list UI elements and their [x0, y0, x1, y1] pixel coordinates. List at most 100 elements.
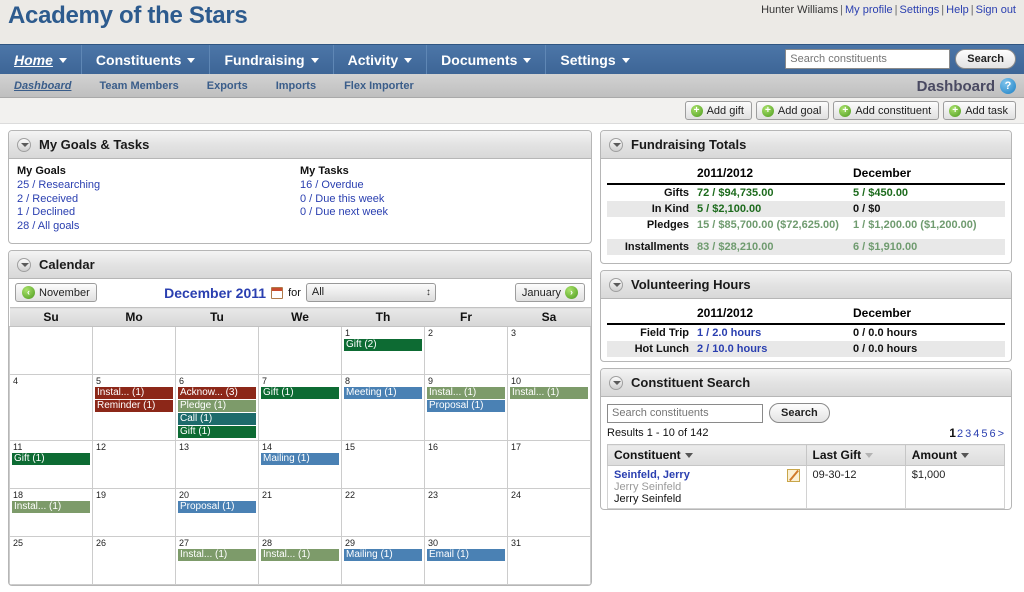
calendar-event[interactable]: Instal... (1) [261, 549, 339, 561]
calendar-event[interactable]: Gift (1) [261, 387, 339, 399]
help-icon[interactable]: ? [1000, 78, 1016, 94]
edit-icon[interactable] [786, 469, 800, 482]
link-my-profile[interactable]: My profile [845, 4, 893, 16]
calendar-day-cell[interactable]: 27 Instal... (1) [175, 536, 259, 585]
calendar-day-cell[interactable]: 31 [507, 536, 591, 585]
add-gift-button[interactable]: + Add gift [684, 101, 752, 120]
calendar-day-cell[interactable]: 16 [424, 440, 508, 489]
calendar-day-cell[interactable]: 25 [9, 536, 93, 585]
calendar-day-cell[interactable]: 10 Instal... (1) [507, 374, 591, 441]
calendar-day-cell[interactable]: 15 [341, 440, 425, 489]
add-constituent-button[interactable]: + Add constituent [833, 101, 940, 120]
nav-item-settings[interactable]: Settings [546, 45, 643, 75]
subnav-item-team-members[interactable]: Team Members [85, 80, 192, 92]
calendar-event[interactable]: Instal... (1) [178, 549, 256, 561]
task-link-due-next-week[interactable]: 0 / Due next week [300, 206, 583, 220]
calendar-filter-select[interactable]: All [305, 283, 436, 302]
row-value-month[interactable]: 6 / $1,910.00 [849, 239, 1005, 255]
pager-link[interactable]: 2 [956, 428, 964, 440]
calendar-prev-month-button[interactable]: ‹ November [15, 283, 97, 302]
subnav-item-exports[interactable]: Exports [193, 80, 262, 92]
calendar-event[interactable]: Pledge (1) [178, 400, 256, 412]
calendar-event[interactable]: Instal... (1) [427, 387, 505, 399]
calendar-day-cell[interactable]: 29 Mailing (1) [341, 536, 425, 585]
subnav-item-flex-importer[interactable]: Flex Importer [330, 80, 428, 92]
calendar-day-cell[interactable]: 5 Instal... (1) Reminder (1) [92, 374, 176, 441]
global-search-button[interactable]: Search [955, 49, 1016, 69]
subnav-item-dashboard[interactable]: Dashboard [0, 80, 85, 92]
task-link-due-this-week[interactable]: 0 / Due this week [300, 193, 583, 207]
calendar-day-cell[interactable]: 21 [258, 488, 342, 537]
calendar-day-cell[interactable]: 11 Gift (1) [9, 440, 93, 489]
calendar-event[interactable]: Proposal (1) [427, 400, 505, 412]
calendar-day-cell[interactable]: 4 [9, 374, 93, 441]
goal-link-researching[interactable]: 25 / Researching [17, 179, 300, 193]
goal-link-declined[interactable]: 1 / Declined [17, 206, 300, 220]
pager-link[interactable]: 3 [964, 428, 972, 440]
constituent-name-link[interactable]: Seinfeld, Jerry [614, 469, 800, 481]
link-sign-out[interactable]: Sign out [976, 4, 1016, 16]
calendar-day-cell[interactable]: 20 Proposal (1) [175, 488, 259, 537]
collapse-icon[interactable] [609, 375, 623, 390]
goal-link-received[interactable]: 2 / Received [17, 193, 300, 207]
calendar-day-cell[interactable]: 26 [92, 536, 176, 585]
calendar-day-cell[interactable]: 8 Meeting (1) [341, 374, 425, 441]
calendar-event[interactable]: Proposal (1) [178, 501, 256, 513]
row-value-year[interactable]: 1 / 2.0 hours [693, 324, 849, 341]
task-link-overdue[interactable]: 16 / Overdue [300, 179, 583, 193]
calendar-event[interactable]: Mailing (1) [261, 453, 339, 465]
calendar-next-month-button[interactable]: January › [514, 283, 585, 302]
add-task-button[interactable]: + Add task [943, 101, 1016, 120]
collapse-icon[interactable] [609, 137, 623, 152]
calendar-day-cell[interactable]: 3 [507, 326, 591, 375]
calendar-day-cell[interactable]: 17 [507, 440, 591, 489]
row-value-month[interactable]: 0 / $0 [849, 201, 1005, 217]
calendar-event[interactable]: Gift (2) [344, 339, 422, 351]
col-header-amount[interactable]: Amount [905, 444, 1006, 466]
add-goal-button[interactable]: + Add goal [755, 101, 830, 120]
nav-item-home[interactable]: Home [0, 44, 82, 75]
row-value-year[interactable]: 5 / $2,100.00 [693, 201, 849, 217]
link-settings[interactable]: Settings [900, 4, 940, 16]
calendar-day-cell[interactable]: 2 [424, 326, 508, 375]
calendar-event[interactable]: Meeting (1) [344, 387, 422, 399]
nav-item-constituents[interactable]: Constituents [82, 44, 211, 75]
calendar-event[interactable]: Instal... (1) [95, 387, 173, 399]
calendar-day-cell[interactable]: 12 [92, 440, 176, 489]
calendar-event[interactable]: Acknow... (3) [178, 387, 256, 399]
calendar-month-label[interactable]: December 2011 [164, 285, 266, 301]
calendar-day-cell[interactable]: 19 [92, 488, 176, 537]
row-value-year[interactable]: 83 / $28,210.00 [693, 239, 849, 255]
calendar-day-cell[interactable]: 23 [424, 488, 508, 537]
calendar-day-cell[interactable]: 6 Acknow... (3) Pledge (1) Call (1) Gift (1) [175, 374, 259, 441]
collapse-icon[interactable] [609, 277, 623, 292]
calendar-day-cell[interactable]: 9 Instal... (1) Proposal (1) [424, 374, 508, 441]
row-value-month[interactable]: 5 / $450.00 [849, 184, 1005, 201]
row-value-year[interactable]: 15 / $85,700.00 ($72,625.00) [693, 217, 849, 233]
calendar-picker-icon[interactable] [271, 286, 284, 299]
calendar-day-cell[interactable]: 7 Gift (1) [258, 374, 342, 441]
calendar-day-cell[interactable]: 1 Gift (2) [341, 326, 425, 375]
calendar-event[interactable]: Call (1) [178, 413, 256, 425]
calendar-day-cell[interactable]: 22 [341, 488, 425, 537]
goal-link-all-goals[interactable]: 28 / All goals [17, 220, 300, 234]
collapse-icon[interactable] [17, 137, 31, 152]
calendar-event[interactable]: Instal... (1) [510, 387, 588, 399]
calendar-day-cell[interactable]: 18 Instal... (1) [9, 488, 93, 537]
global-search-input[interactable] [785, 49, 951, 69]
calendar-day-cell[interactable]: 28 Instal... (1) [258, 536, 342, 585]
row-value-month[interactable]: 1 / $1,200.00 ($1,200.00) [849, 217, 1005, 233]
calendar-event[interactable]: Mailing (1) [344, 549, 422, 561]
pager-link[interactable]: 6 [988, 428, 996, 440]
calendar-event[interactable]: Gift (1) [178, 426, 256, 438]
link-help[interactable]: Help [946, 4, 969, 16]
calendar-day-cell[interactable]: 14 Mailing (1) [258, 440, 342, 489]
row-value-year[interactable]: 2 / 10.0 hours [693, 341, 849, 357]
nav-item-activity[interactable]: Activity [334, 44, 428, 75]
calendar-event[interactable]: Instal... (1) [12, 501, 90, 513]
nav-item-documents[interactable]: Documents [427, 44, 547, 75]
constituent-search-input[interactable] [607, 403, 763, 423]
calendar-day-cell[interactable]: 24 [507, 488, 591, 537]
calendar-event[interactable]: Gift (1) [12, 453, 90, 465]
nav-item-fundraising[interactable]: Fundraising [210, 44, 334, 75]
